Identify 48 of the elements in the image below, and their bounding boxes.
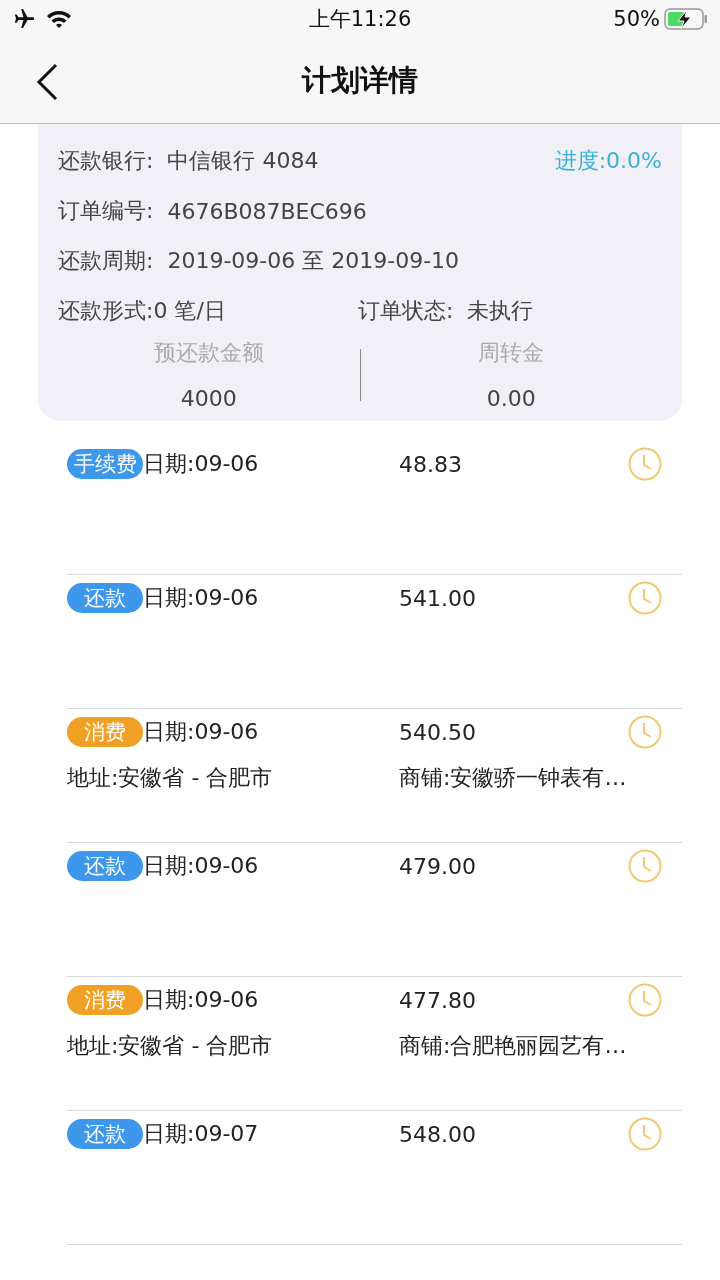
clock-icon — [628, 447, 662, 481]
entry-amount: 48.83 — [399, 451, 462, 477]
order-number: 4676B087BEC696 — [167, 198, 367, 224]
repay-form: 还款形式:0 笔/日 — [58, 297, 227, 325]
entry-date: 日期:09-07 — [143, 1120, 259, 1148]
entry-address: 地址:安徽省 - 合肥市 — [67, 1032, 274, 1060]
wifi-icon — [46, 9, 72, 29]
stat-value: 4000 — [180, 386, 237, 411]
entry-amount: 540.50 — [399, 719, 476, 745]
field-label: 还款周期: — [58, 247, 154, 275]
entry-shop: 商铺:合肥艳丽园艺有… — [399, 1032, 627, 1060]
entry-date: 日期:09-06 — [143, 584, 259, 612]
bank-value: 中信银行 4084 — [167, 147, 319, 175]
type-tag: 消费 — [67, 985, 143, 1015]
battery-percent: 50% — [613, 7, 660, 31]
type-tag: 手续费 — [67, 449, 143, 479]
clock-icon — [628, 1117, 662, 1151]
progress-text: 进度:0.0% — [554, 147, 662, 175]
page-title: 计划详情 — [302, 61, 418, 99]
entry-amount: 479.00 — [399, 853, 476, 879]
entry-shop: 商铺:安徽骄一钟表有… — [399, 764, 627, 792]
stat-label: 预还款金额 — [153, 339, 264, 367]
field-label: 订单状态: — [358, 297, 454, 325]
entry-date: 日期:09-06 — [143, 450, 259, 478]
stat-label: 周转金 — [478, 339, 545, 367]
field-label: 还款银行: — [58, 147, 154, 175]
type-tag: 还款 — [67, 851, 143, 881]
clock-icon — [628, 983, 662, 1017]
field-label: 订单编号: — [58, 197, 154, 225]
type-tag: 消费 — [67, 717, 143, 747]
entry-amount: 541.00 — [399, 585, 476, 611]
stat-value: 0.00 — [486, 386, 536, 411]
entry-address: 地址:安徽省 - 合肥市 — [67, 764, 274, 792]
type-tag: 还款 — [67, 583, 143, 613]
entry-amount: 477.80 — [399, 987, 476, 1013]
order-status: 未执行 — [467, 297, 534, 325]
status-time: 上午11:26 — [308, 6, 412, 33]
type-tag: 还款 — [67, 1119, 143, 1149]
entry-date: 日期:09-06 — [143, 986, 259, 1014]
clock-icon — [628, 849, 662, 883]
entry-amount: 548.00 — [399, 1121, 476, 1147]
entry-date: 日期:09-06 — [143, 718, 259, 746]
clock-icon — [628, 715, 662, 749]
battery-charging-icon — [664, 8, 708, 30]
period-value: 2019-09-06 至 2019-09-10 — [167, 247, 460, 275]
entry-date: 日期:09-06 — [143, 852, 259, 880]
clock-icon — [628, 581, 662, 615]
airplane-icon — [12, 9, 34, 29]
